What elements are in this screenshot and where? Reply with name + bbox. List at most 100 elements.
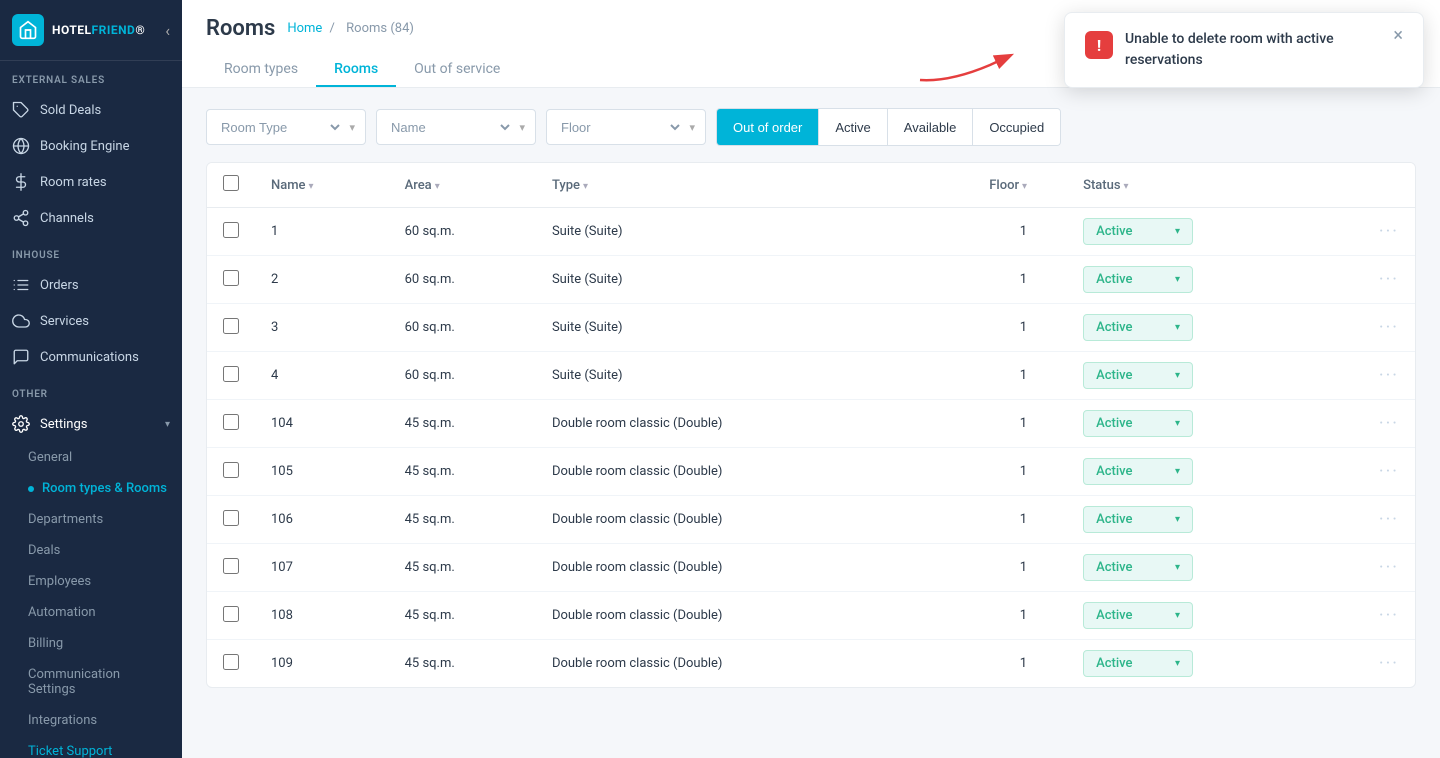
name-select[interactable]: Name — [387, 119, 513, 136]
cell-floor: 1 — [899, 352, 1067, 400]
status-badge[interactable]: Active ▾ — [1083, 602, 1193, 629]
row-checkbox[interactable] — [223, 366, 239, 382]
sidebar-sub-item-departments[interactable]: Departments — [0, 504, 182, 535]
row-checkbox[interactable] — [223, 654, 239, 670]
cell-type: Double room classic (Double) — [536, 400, 899, 448]
cell-status: Active ▾ — [1067, 256, 1321, 304]
sidebar-item-sold-deals[interactable]: Sold Deals — [0, 92, 182, 128]
cell-status: Active ▾ — [1067, 640, 1321, 688]
sidebar-sub-item-general[interactable]: General — [0, 442, 182, 473]
sidebar-sub-item-integrations[interactable]: Integrations — [0, 705, 182, 736]
row-checkbox[interactable] — [223, 606, 239, 622]
tab-room-types[interactable]: Room types — [206, 53, 316, 87]
col-name[interactable]: Name▾ — [255, 163, 389, 208]
status-badge[interactable]: Active ▾ — [1083, 506, 1193, 533]
row-checkbox-cell[interactable] — [207, 544, 255, 592]
row-checkbox[interactable] — [223, 270, 239, 286]
col-floor[interactable]: Floor▾ — [899, 163, 1067, 208]
sidebar-item-channels[interactable]: Channels — [0, 200, 182, 236]
sidebar-item-settings[interactable]: Settings ▾ — [0, 406, 182, 442]
row-checkbox[interactable] — [223, 462, 239, 478]
select-all-header[interactable] — [207, 163, 255, 208]
row-actions-menu[interactable]: ··· — [1338, 653, 1399, 674]
row-checkbox-cell[interactable] — [207, 256, 255, 304]
row-checkbox[interactable] — [223, 318, 239, 334]
sidebar-item-room-rates[interactable]: Room rates — [0, 164, 182, 200]
status-badge[interactable]: Active ▾ — [1083, 554, 1193, 581]
sidebar-collapse-button[interactable]: ‹ — [165, 21, 170, 40]
row-checkbox-cell[interactable] — [207, 448, 255, 496]
row-actions-menu[interactable]: ··· — [1338, 461, 1399, 482]
filter-out-of-order-button[interactable]: Out of order — [717, 109, 819, 145]
breadcrumb-home[interactable]: Home — [287, 21, 322, 36]
status-badge[interactable]: Active ▾ — [1083, 650, 1193, 677]
row-checkbox[interactable] — [223, 510, 239, 526]
sidebar-sub-item-automation[interactable]: Automation — [0, 597, 182, 628]
row-checkbox-cell[interactable] — [207, 400, 255, 448]
filter-active-button[interactable]: Active — [819, 109, 887, 145]
select-all-checkbox[interactable] — [223, 175, 239, 191]
row-checkbox[interactable] — [223, 222, 239, 238]
row-actions-menu[interactable]: ··· — [1338, 317, 1399, 338]
sidebar-sub-item-room-types-rooms[interactable]: Room types & Rooms — [0, 473, 182, 504]
sidebar-sub-item-employees[interactable]: Employees — [0, 566, 182, 597]
col-type[interactable]: Type▾ — [536, 163, 899, 208]
col-status[interactable]: Status▾ — [1067, 163, 1321, 208]
room-type-select[interactable]: Room Type — [217, 119, 343, 136]
filter-occupied-button[interactable]: Occupied — [973, 109, 1060, 145]
row-checkbox[interactable] — [223, 558, 239, 574]
row-actions-menu[interactable]: ··· — [1338, 269, 1399, 290]
sidebar-item-services[interactable]: Services — [0, 303, 182, 339]
row-checkbox-cell[interactable] — [207, 496, 255, 544]
status-badge[interactable]: Active ▾ — [1083, 458, 1193, 485]
status-badge[interactable]: Active ▾ — [1083, 314, 1193, 341]
floor-select[interactable]: Floor — [557, 119, 683, 136]
row-checkbox-cell[interactable] — [207, 304, 255, 352]
row-actions-cell[interactable]: ··· — [1322, 544, 1415, 592]
row-actions-menu[interactable]: ··· — [1338, 221, 1399, 242]
sidebar-sub-item-communication-settings[interactable]: Communication Settings — [0, 659, 182, 705]
row-actions-cell[interactable]: ··· — [1322, 208, 1415, 256]
tab-rooms[interactable]: Rooms — [316, 53, 396, 87]
table-row: 106 45 sq.m. Double room classic (Double… — [207, 496, 1415, 544]
row-checkbox-cell[interactable] — [207, 208, 255, 256]
row-checkbox-cell[interactable] — [207, 352, 255, 400]
sidebar-sub-item-ticket-support[interactable]: Ticket Support — [0, 736, 182, 758]
row-actions-menu[interactable]: ··· — [1338, 605, 1399, 626]
sub-item-label: Billing — [28, 636, 63, 651]
status-badge[interactable]: Active ▾ — [1083, 362, 1193, 389]
tag-icon — [12, 101, 30, 119]
row-actions-menu[interactable]: ··· — [1338, 413, 1399, 434]
row-actions-menu[interactable]: ··· — [1338, 365, 1399, 386]
chevron-down-icon: ▾ — [165, 419, 170, 430]
col-area[interactable]: Area▾ — [389, 163, 536, 208]
status-badge[interactable]: Active ▾ — [1083, 266, 1193, 293]
row-actions-cell[interactable]: ··· — [1322, 496, 1415, 544]
status-badge[interactable]: Active ▾ — [1083, 218, 1193, 245]
row-actions-cell[interactable]: ··· — [1322, 400, 1415, 448]
room-type-filter[interactable]: Room Type ▾ — [206, 109, 366, 145]
status-badge[interactable]: Active ▾ — [1083, 410, 1193, 437]
floor-filter[interactable]: Floor ▾ — [546, 109, 706, 145]
sidebar-sub-item-deals[interactable]: Deals — [0, 535, 182, 566]
row-actions-menu[interactable]: ··· — [1338, 557, 1399, 578]
tab-out-of-service[interactable]: Out of service — [396, 53, 518, 87]
row-actions-menu[interactable]: ··· — [1338, 509, 1399, 530]
row-checkbox-cell[interactable] — [207, 640, 255, 688]
sidebar-item-orders[interactable]: Orders — [0, 267, 182, 303]
row-actions-cell[interactable]: ··· — [1322, 256, 1415, 304]
row-actions-cell[interactable]: ··· — [1322, 352, 1415, 400]
row-actions-cell[interactable]: ··· — [1322, 448, 1415, 496]
sidebar-item-communications[interactable]: Communications — [0, 339, 182, 375]
row-checkbox[interactable] — [223, 414, 239, 430]
row-actions-cell[interactable]: ··· — [1322, 592, 1415, 640]
row-actions-cell[interactable]: ··· — [1322, 304, 1415, 352]
sidebar-sub-item-billing[interactable]: Billing — [0, 628, 182, 659]
row-actions-cell[interactable]: ··· — [1322, 640, 1415, 688]
sidebar-item-booking-engine[interactable]: Booking Engine — [0, 128, 182, 164]
toast-close-button[interactable]: × — [1393, 27, 1403, 45]
filter-available-button[interactable]: Available — [888, 109, 974, 145]
name-filter[interactable]: Name ▾ — [376, 109, 536, 145]
row-checkbox-cell[interactable] — [207, 592, 255, 640]
cell-status: Active ▾ — [1067, 400, 1321, 448]
